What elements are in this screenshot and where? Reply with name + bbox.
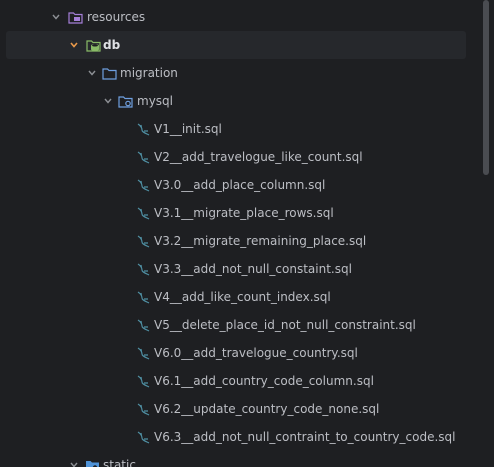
tree-item-sql-file[interactable]: V4__add_like_count_index.sql xyxy=(0,283,466,311)
chevron-down-icon[interactable] xyxy=(52,13,60,21)
tree-item-sql-file[interactable]: V3.2__migrate_remaining_place.sql xyxy=(0,227,466,255)
package-folder-icon xyxy=(118,96,133,108)
tree-item-label: V4__add_like_count_index.sql xyxy=(154,290,331,304)
tree-item-label: migration xyxy=(120,66,178,80)
tree-item-label: V5__delete_place_id_not_null_constraint.… xyxy=(154,318,416,332)
chevron-down-icon[interactable] xyxy=(88,69,96,77)
tree-item-label: V3.2__migrate_remaining_place.sql xyxy=(154,234,367,248)
tree-item-label: V6.0__add_travelogue_country.sql xyxy=(154,346,358,360)
chevron-down-icon[interactable] xyxy=(104,97,112,105)
tree-item-label: resources xyxy=(87,10,146,24)
tree-item-sql-file[interactable]: V3.3__add_not_null_constaint.sql xyxy=(0,255,466,283)
vertical-scrollbar[interactable] xyxy=(483,0,489,175)
mysql-file-icon xyxy=(137,123,150,136)
tree-item-sql-file[interactable]: V3.1__migrate_place_rows.sql xyxy=(0,199,466,227)
mysql-file-icon xyxy=(137,431,150,444)
folder-icon xyxy=(102,68,117,80)
mysql-file-icon xyxy=(137,319,150,332)
mysql-file-icon xyxy=(137,403,150,416)
tree-item-sql-file[interactable]: V5__delete_place_id_not_null_constraint.… xyxy=(0,311,466,339)
tree-item-label: db xyxy=(103,38,121,52)
tree-item-db[interactable]: db xyxy=(6,31,466,59)
resources-folder-icon xyxy=(68,12,83,24)
chevron-down-icon[interactable] xyxy=(70,461,78,467)
project-tree: resources db migration mysql V1__init.sq… xyxy=(0,0,482,467)
mysql-file-icon xyxy=(137,179,150,192)
tree-item-label: V6.1__add_country_code_column.sql xyxy=(154,374,374,388)
database-folder-icon xyxy=(86,40,101,52)
mysql-file-icon xyxy=(137,235,150,248)
tree-item-resources[interactable]: resources xyxy=(0,3,466,31)
tree-item-label: V2__add_travelogue_like_count.sql xyxy=(154,150,363,164)
tree-item-label: V6.3__add_not_null_contraint_to_country_… xyxy=(154,430,456,444)
mysql-file-icon xyxy=(137,375,150,388)
tree-item-label: V1__init.sql xyxy=(154,122,222,136)
tree-item-sql-file[interactable]: V3.0__add_place_column.sql xyxy=(0,171,466,199)
tree-item-label: V3.3__add_not_null_constaint.sql xyxy=(154,262,352,276)
mysql-file-icon xyxy=(137,207,150,220)
static-folder-icon xyxy=(86,461,99,467)
tree-item-sql-file[interactable]: V6.0__add_travelogue_country.sql xyxy=(0,339,466,367)
tree-item-mysql[interactable]: mysql xyxy=(0,87,466,115)
tree-item-migration[interactable]: migration xyxy=(0,59,466,87)
tree-item-sql-file[interactable]: V6.2__update_country_code_none.sql xyxy=(0,395,466,423)
tree-item-label: V3.0__add_place_column.sql xyxy=(154,178,326,192)
mysql-file-icon xyxy=(137,291,150,304)
mysql-file-icon xyxy=(137,347,150,360)
mysql-file-icon xyxy=(137,151,150,164)
tree-item-label: V3.1__migrate_place_rows.sql xyxy=(154,206,334,220)
tree-item-label: V6.2__update_country_code_none.sql xyxy=(154,402,380,416)
tree-item-static[interactable]: static xyxy=(0,451,466,467)
tree-item-sql-file[interactable]: V6.1__add_country_code_column.sql xyxy=(0,367,466,395)
tree-item-sql-file[interactable]: V1__init.sql xyxy=(0,115,466,143)
chevron-down-icon[interactable] xyxy=(70,41,78,49)
tree-item-sql-file[interactable]: V2__add_travelogue_like_count.sql xyxy=(0,143,466,171)
mysql-file-icon xyxy=(137,263,150,276)
tree-item-label: mysql xyxy=(137,94,173,108)
tree-item-sql-file[interactable]: V6.3__add_not_null_contraint_to_country_… xyxy=(0,423,466,451)
tree-item-label: static xyxy=(103,458,136,467)
